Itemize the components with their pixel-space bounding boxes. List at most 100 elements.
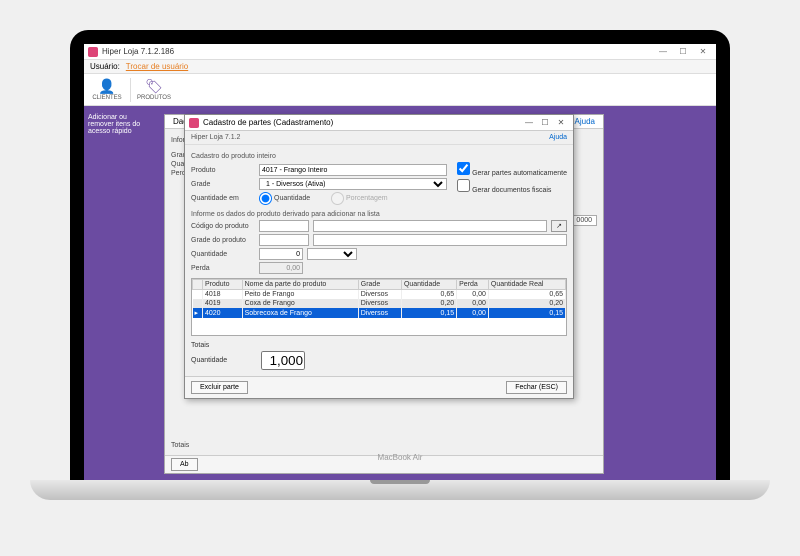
th-grade[interactable]: Grade [358, 280, 401, 290]
laptop-brand: MacBook Air [378, 453, 423, 462]
qtd-em-label: Quantidade em [191, 195, 255, 202]
section1-label: Cadastro do produto inteiro [191, 153, 567, 160]
grade-select[interactable]: 1 - Diversos (Ativa) [259, 178, 447, 190]
radio-quantidade[interactable]: Quantidade [259, 192, 323, 205]
dialog-minimize-button[interactable]: — [521, 117, 537, 129]
bg-ajuda[interactable]: Ajuda [575, 117, 595, 126]
totals-qtd-label: Quantidade [191, 357, 255, 364]
radio-porcentagem[interactable]: Porcentagem [331, 192, 395, 205]
cell-perda: 0,00 [457, 290, 489, 300]
th-perda[interactable]: Perda [457, 280, 489, 290]
toolbar-produtos-label: PRODUTOS [137, 95, 171, 101]
dialog-subtitle: Hiper Loja 7.1.2 [191, 134, 240, 141]
th-nome[interactable]: Nome da parte do produto [242, 280, 358, 290]
lookup-button[interactable]: ↗ [551, 220, 567, 232]
th-qtd[interactable]: Quantidade [401, 280, 456, 290]
sidebar: Adicionar ou remover itens do acesso ráp… [84, 106, 154, 480]
grade2-code-input[interactable] [259, 234, 309, 246]
cell-qtd: 0,15 [401, 308, 456, 318]
cell-perda: 0,00 [457, 308, 489, 318]
cell-perda: 0,00 [457, 299, 489, 308]
th-real[interactable]: Quantidade Real [488, 280, 565, 290]
th-marker [193, 280, 203, 290]
bg-bottom-button[interactable]: Ab [171, 458, 198, 471]
table-row[interactable]: 4018 Peito de Frango Diversos 0,65 0,00 … [193, 290, 566, 300]
codigo-input[interactable] [259, 220, 309, 232]
row-marker [193, 299, 203, 308]
produto-input[interactable] [259, 164, 447, 176]
change-user-link[interactable]: Trocar de usuário [126, 62, 188, 71]
grade2-desc-input[interactable] [313, 234, 567, 246]
cell-grade: Diversos [358, 299, 401, 308]
cell-real: 0,15 [488, 308, 565, 318]
checkbox-gerar-auto[interactable]: Gerar partes automaticamente [457, 162, 567, 177]
main-titlebar: Hiper Loja 7.1.2.186 — ☐ ✕ [84, 44, 716, 60]
section2-label: Informe os dados do produto derivado par… [191, 211, 567, 218]
main-window-title: Hiper Loja 7.1.2.186 [102, 47, 654, 56]
cell-nome: Sobrecoxa de Frango [242, 308, 358, 318]
parts-table: Produto Nome da parte do produto Grade Q… [191, 278, 567, 336]
cell-qtd: 0,20 [401, 299, 456, 308]
grade-label: Grade [191, 181, 255, 188]
cell-produto: 4018 [203, 290, 243, 300]
toolbar-clientes-label: CLIENTES [92, 95, 121, 101]
user-icon: 👤 [98, 78, 115, 95]
quantidade-input[interactable] [259, 248, 303, 260]
dialog-subtitle-bar: Hiper Loja 7.1.2 Ajuda [185, 131, 573, 145]
userbar: Usuário: Trocar de usuário [84, 60, 716, 74]
laptop-frame: Hiper Loja 7.1.2.186 — ☐ ✕ Usuário: Troc… [70, 30, 730, 480]
cell-grade: Diversos [358, 308, 401, 318]
maximize-button[interactable]: ☐ [674, 46, 692, 58]
quantidade-unit-select[interactable] [307, 248, 357, 260]
cell-produto: 4019 [203, 299, 243, 308]
app-icon [88, 47, 98, 57]
codigo-label: Código do produto [191, 223, 255, 230]
totals-section: Totais Quantidade [191, 342, 567, 370]
cell-produto: 4020 [203, 308, 243, 318]
produto-label: Produto [191, 167, 255, 174]
table-row[interactable]: ▸ 4020 Sobrecoxa de Frango Diversos 0,15… [193, 308, 566, 318]
dialog-body: Cadastro do produto inteiro Produto Grad… [185, 145, 573, 376]
bg-label-totais: Totais [171, 442, 189, 449]
sidebar-quickaccess[interactable]: Adicionar ou remover itens do acesso ráp… [88, 114, 150, 135]
totals-qtd-input[interactable] [261, 351, 305, 370]
bg-side-box: 0000 [571, 215, 597, 226]
cell-nome: Coxa de Frango [242, 299, 358, 308]
quantidade-label: Quantidade [191, 251, 255, 258]
row-marker [193, 290, 203, 300]
toolbar-clientes[interactable]: 👤 CLIENTES [90, 76, 124, 104]
minimize-button[interactable]: — [654, 46, 672, 58]
checkbox-gerar-fiscais[interactable]: Gerar documentos fiscais [457, 179, 567, 194]
dialog-titlebar: Cadastro de partes (Cadastramento) — ☐ ✕ [185, 115, 573, 131]
cell-grade: Diversos [358, 290, 401, 300]
userbar-label: Usuário: [90, 62, 120, 71]
toolbar: 👤 CLIENTES 🏷 PRODUTOS [84, 74, 716, 106]
dialog-icon [189, 118, 199, 128]
table-row[interactable]: 4019 Coxa de Frango Diversos 0,20 0,00 0… [193, 299, 566, 308]
dialog-help-link[interactable]: Ajuda [549, 134, 567, 141]
toolbar-produtos[interactable]: 🏷 PRODUTOS [137, 76, 171, 104]
dialog-title: Cadastro de partes (Cadastramento) [203, 118, 333, 127]
cadastro-partes-dialog: Cadastro de partes (Cadastramento) — ☐ ✕… [184, 114, 574, 399]
dialog-close-button[interactable]: ✕ [553, 117, 569, 129]
cell-nome: Peito de Frango [242, 290, 358, 300]
grade2-label: Grade do produto [191, 237, 255, 244]
dialog-footer: Excluir parte Fechar (ESC) [185, 376, 573, 398]
toolbar-separator [130, 78, 131, 102]
cell-real: 0,20 [488, 299, 565, 308]
row-marker: ▸ [193, 308, 203, 318]
fechar-button[interactable]: Fechar (ESC) [506, 381, 567, 394]
close-button[interactable]: ✕ [694, 46, 712, 58]
cell-qtd: 0,65 [401, 290, 456, 300]
totals-label: Totais [191, 342, 567, 349]
tag-icon: 🏷 [145, 78, 163, 95]
excluir-parte-button[interactable]: Excluir parte [191, 381, 248, 394]
dialog-maximize-button[interactable]: ☐ [537, 117, 553, 129]
th-produto[interactable]: Produto [203, 280, 243, 290]
codigo-desc-input[interactable] [313, 220, 547, 232]
perda-input[interactable] [259, 262, 303, 274]
workspace: Adicionar ou remover itens do acesso ráp… [84, 106, 716, 480]
app-window: Hiper Loja 7.1.2.186 — ☐ ✕ Usuário: Troc… [84, 44, 716, 480]
cell-real: 0,65 [488, 290, 565, 300]
laptop-notch [370, 480, 430, 484]
